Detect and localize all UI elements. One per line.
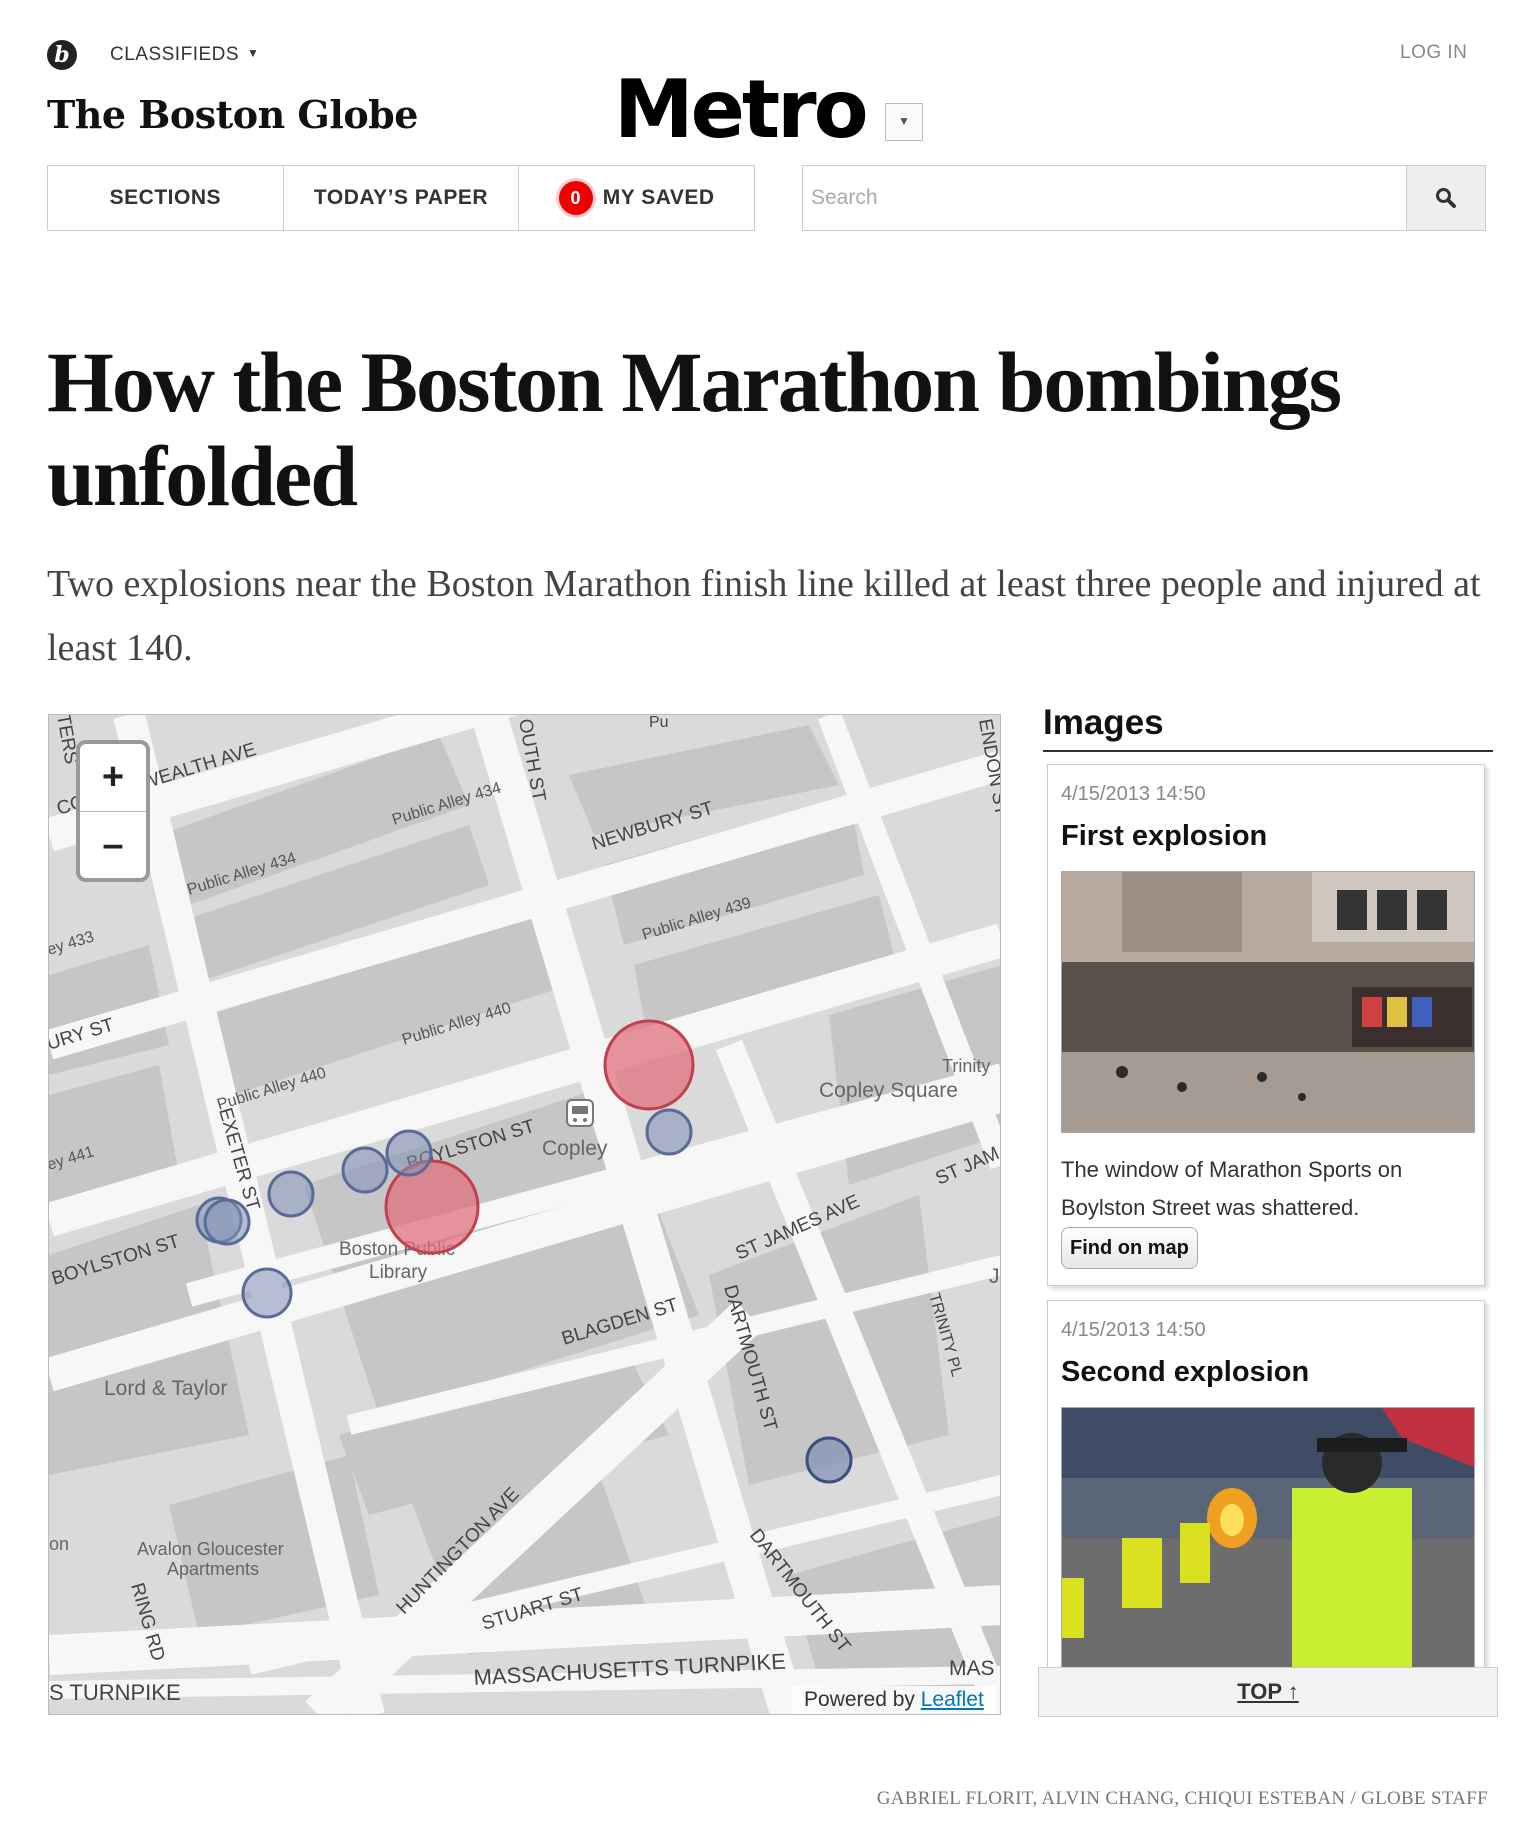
- article-headline: How the Boston Marathon bombings unfolde…: [47, 334, 1342, 524]
- second-explosion-image: [1062, 1408, 1474, 1668]
- graphic-credit: GABRIEL FLORIT, ALVIN CHANG, CHIQUI ESTE…: [876, 1788, 1488, 1809]
- find-on-map-button[interactable]: Find on map: [1061, 1227, 1198, 1269]
- subway-icon: [566, 1099, 594, 1127]
- map-label-lord-taylor: Lord & Taylor: [104, 1377, 227, 1400]
- article-dek: Two explosions near the Boston Marathon …: [47, 563, 1481, 669]
- first-explosion-photo[interactable]: [1061, 871, 1475, 1133]
- attribution-prefix: Powered by: [804, 1688, 915, 1711]
- second-explosion-photo[interactable]: [1061, 1407, 1475, 1669]
- card-timestamp: 4/15/2013 14:50: [1061, 783, 1206, 805]
- card-caption: The window of Marathon Sports on Boylsto…: [1061, 1157, 1403, 1220]
- map-label-s-turnpike: S TURNPIKE: [49, 1680, 181, 1705]
- leaflet-link[interactable]: Leaflet: [921, 1688, 984, 1711]
- map-label-copley-square: Copley Square: [819, 1079, 958, 1102]
- top-nav: SECTIONS TODAY’S PAPER 0 MY SAVED: [47, 165, 755, 231]
- map-marker-explosion[interactable]: [603, 1019, 695, 1111]
- my-saved-label: MY SAVED: [602, 186, 715, 209]
- search-input[interactable]: [803, 166, 1406, 230]
- map-label-avalon2: Apartments: [167, 1559, 259, 1579]
- first-explosion-image: [1062, 872, 1474, 1132]
- card-timestamp: 4/15/2013 14:50: [1061, 1319, 1206, 1341]
- map-canvas[interactable]: COMMONWEALTH AVE NEWBURY ST URY ST BOYLS…: [49, 715, 1001, 1715]
- image-card[interactable]: 4/15/2013 14:50 Second explosion: [1047, 1300, 1485, 1680]
- saved-count-badge: 0: [558, 181, 593, 215]
- classifieds-menu[interactable]: CLASSIFIEDS ▼: [110, 44, 259, 66]
- classifieds-label: CLASSIFIEDS: [110, 44, 240, 65]
- zoom-in-button[interactable]: +: [80, 744, 146, 812]
- todays-paper-button[interactable]: TODAY’S PAPER: [284, 166, 520, 230]
- map-container[interactable]: COMMONWEALTH AVE NEWBURY ST URY ST BOYLS…: [48, 714, 1001, 1715]
- map-label-copley: Copley: [542, 1137, 608, 1160]
- map-zoom-control: + –: [76, 740, 150, 882]
- images-heading: Images: [1043, 703, 1164, 742]
- sections-label: SECTIONS: [109, 186, 222, 209]
- image-card[interactable]: 4/15/2013 14:50 First explosion The wind…: [1047, 764, 1485, 1286]
- map-marker[interactable]: [645, 1108, 693, 1156]
- map-attribution: Powered by Leaflet: [792, 1686, 996, 1714]
- sections-button[interactable]: SECTIONS: [48, 166, 284, 230]
- search-icon: [1436, 188, 1456, 208]
- section-dropdown-button[interactable]: ▼: [885, 103, 923, 141]
- zoom-out-button[interactable]: –: [80, 812, 146, 879]
- globe-b-logo[interactable]: b: [47, 40, 77, 70]
- login-link[interactable]: LOG IN: [1400, 42, 1467, 64]
- map-label-avalon1: Avalon Gloucester: [137, 1539, 284, 1559]
- map-label-mas: MAS: [949, 1657, 995, 1680]
- map-marker[interactable]: [385, 1129, 433, 1177]
- map-marker[interactable]: [341, 1146, 389, 1194]
- images-divider: [1043, 750, 1493, 752]
- map-label-pu: Pu: [649, 715, 669, 731]
- card-title: Second explosion: [1061, 1356, 1310, 1388]
- map-marker[interactable]: [203, 1198, 251, 1246]
- map-label-jo: Jo: [989, 1265, 1001, 1288]
- search-bar: [802, 165, 1486, 231]
- chevron-down-icon: ▼: [898, 114, 910, 128]
- card-title: First explosion: [1061, 820, 1268, 852]
- map-label-on: on: [49, 1534, 69, 1554]
- my-saved-button[interactable]: 0 MY SAVED: [519, 166, 754, 230]
- search-button[interactable]: [1406, 166, 1485, 230]
- map-label-trinity: Trinity: [942, 1056, 990, 1076]
- map-marker-explosion[interactable]: [384, 1159, 480, 1255]
- masthead-logo[interactable]: The Boston Globe: [47, 92, 418, 137]
- back-to-top-button[interactable]: TOP ↑: [1038, 1667, 1498, 1717]
- todays-paper-label: TODAY’S PAPER: [313, 186, 489, 209]
- map-marker[interactable]: [805, 1436, 853, 1484]
- map-marker[interactable]: [241, 1267, 293, 1319]
- chevron-down-icon: ▼: [247, 46, 260, 60]
- section-title: Metro: [614, 63, 869, 156]
- map-marker[interactable]: [267, 1170, 315, 1218]
- map-label-bpl2: Library: [369, 1262, 428, 1283]
